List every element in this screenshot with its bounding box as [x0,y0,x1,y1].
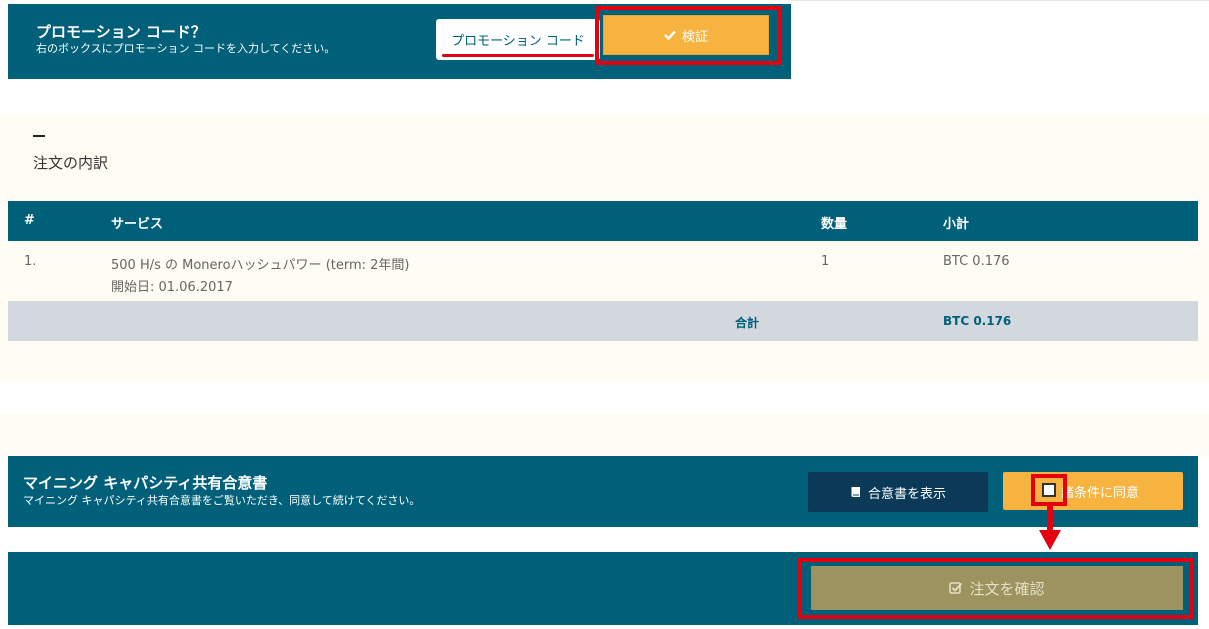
row-subtotal: BTC 0.176 [943,254,1010,269]
order-title: 注文の内訳 [33,154,109,172]
promo-subtitle: 右のボックスにプロモーション コードを入力してください。 [36,42,336,55]
confirm-order-button[interactable]: 注文を確認 [811,566,1183,610]
header-service: サービス [111,217,164,232]
accept-terms-label: 諸条件に同意 [1061,486,1140,501]
highlight-underline [442,54,594,57]
book-icon [850,486,862,498]
row-service: 500 H/s の Moneroハッシュパワー (term: 2年間) 開始日:… [111,254,410,295]
table-row: 1. 500 H/s の Moneroハッシュパワー (term: 2年間) 開… [8,241,1198,301]
promo-code-input[interactable]: プロモーション コード [436,19,600,60]
agreement-bar: マイニング キャパシティ共有合意書 マイニング キャパシティ共有合意書をご覧いた… [8,456,1198,527]
section-spacer [0,414,1209,456]
header-num: # [24,213,35,228]
top-divider [790,0,1209,1]
down-arrow-icon [1039,530,1061,550]
agreement-title: マイニング キャパシティ共有合意書 [23,474,268,492]
page: プロモーション コード？ 右のボックスにプロモーション コードを入力してください… [0,0,1209,629]
down-arrow-shaft [1047,506,1053,532]
promo-title: プロモーション コード？ [36,23,206,41]
accept-terms-button[interactable]: 諸条件に同意 [1003,472,1183,510]
row-start-date: 開始日: 01.06.2017 [111,280,233,295]
row-qty: 1 [821,254,830,269]
verify-button[interactable]: 検証 [603,15,769,55]
check-icon [664,30,676,40]
header-subtotal: 小計 [943,217,970,232]
view-agreement-button[interactable]: 合意書を表示 [808,472,988,512]
accept-terms-checkbox[interactable] [1042,483,1056,497]
view-agreement-label: 合意書を表示 [867,486,946,502]
collapse-dash [33,135,45,137]
check-square-icon [949,581,963,595]
total-value: BTC 0.176 [943,314,1012,328]
order-table-header: # サービス 数量 小計 [8,201,1198,241]
agreement-subtitle: マイニング キャパシティ共有合意書をご覧いただき、同意して続けてください。 [23,494,421,507]
row-num: 1. [24,254,37,269]
row-service-name: 500 H/s の Moneroハッシュパワー (term: 2年間) [111,258,410,273]
verify-label: 検証 [681,29,708,45]
order-total-row: 合計 BTC 0.176 [8,301,1198,341]
total-label: 合計 [735,316,760,330]
header-qty: 数量 [821,217,848,232]
promo-code-placeholder: プロモーション コード [451,34,585,49]
confirm-order-label: 注文を確認 [969,579,1045,598]
